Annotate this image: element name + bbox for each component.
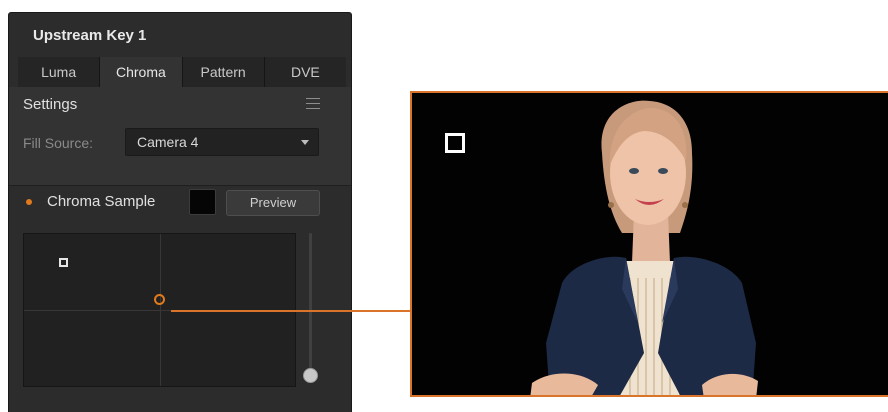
tab-dve[interactable]: DVE [264,57,346,87]
active-indicator-dot [26,199,32,205]
keyed-preview-frame [410,91,888,397]
panel-title: Upstream Key 1 [33,27,147,44]
chevron-down-icon [301,140,309,145]
slider-thumb[interactable] [303,368,318,383]
fill-source-value: Camera 4 [137,134,199,150]
chroma-sample-swatch[interactable] [189,189,216,215]
presenter-illustration [530,100,758,395]
fill-source-dropdown[interactable]: Camera 4 [125,128,319,156]
callout-connector-line [171,310,411,312]
settings-heading: Settings [23,96,78,113]
sample-box-icon[interactable] [59,258,68,267]
preview-button[interactable]: Preview [226,190,320,216]
key-type-tabs: Luma Chroma Pattern DVE [18,57,346,87]
sample-box-overlay-icon [445,133,465,153]
fill-source-label: Fill Source: [23,135,94,151]
tab-chroma[interactable]: Chroma [100,57,183,87]
tab-luma[interactable]: Luma [18,57,101,87]
hamburger-menu-icon[interactable] [306,98,320,110]
sample-cursor-handle[interactable] [154,294,165,305]
sample-size-slider[interactable] [309,233,312,373]
tab-pattern[interactable]: Pattern [182,57,265,87]
chroma-sample-label: Chroma Sample [47,193,156,210]
